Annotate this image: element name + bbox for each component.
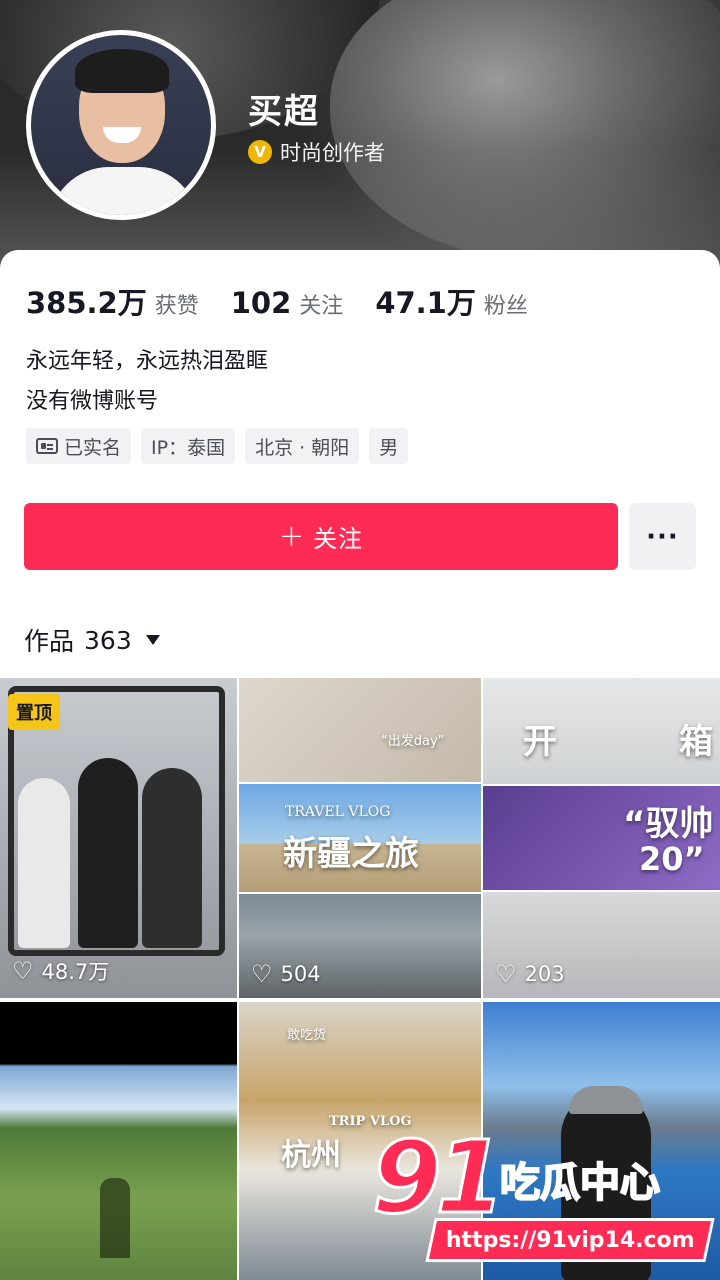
tile-likes: ♡ 203: [495, 960, 565, 988]
pinned-badge: 置顶: [8, 694, 60, 730]
tile-likes: ♡ 504: [251, 960, 321, 988]
profile-name: 买超: [248, 92, 320, 132]
profile-tags: 已实名 IP：泰国 北京 · 朝阳 男: [26, 428, 409, 464]
video-tile-4[interactable]: [0, 1002, 237, 1280]
verified-v-icon: V: [248, 140, 272, 164]
watermark-logo-number: 91: [370, 1119, 506, 1236]
likes-count: 385.2万: [26, 286, 147, 320]
video-tile-2[interactable]: “出发day” TRAVEL VLOG 新疆之旅 ♡ 504: [239, 678, 481, 998]
creator-label[interactable]: V 时尚创作者: [248, 137, 385, 167]
more-options-button[interactable]: ···: [629, 503, 696, 570]
id-card-icon: [36, 438, 58, 454]
profile-card: 385.2万 获赞 102 关注 47.1万 粉丝 永远年轻，永远热泪盈眶 没有…: [0, 250, 720, 1280]
figure-left: [18, 778, 70, 948]
works-label: 作品: [24, 627, 75, 656]
heart-icon: ♡: [495, 960, 517, 988]
following-label[interactable]: 关注: [299, 288, 343, 320]
likes-label: 获赞: [154, 294, 199, 319]
works-tab[interactable]: 作品 363: [24, 622, 160, 658]
plus-icon: +: [278, 518, 306, 554]
cap-shape: [569, 1086, 643, 1114]
bio-line-1: 永远年轻，永远热泪盈眶: [26, 349, 269, 374]
tag-verified[interactable]: 已实名: [26, 428, 132, 464]
followers-label[interactable]: 粉丝: [484, 288, 528, 320]
bio: 永远年轻，永远热泪盈眶 没有微博账号: [26, 342, 268, 422]
avatar[interactable]: [26, 30, 216, 220]
creator-label-text: 时尚创作者: [280, 141, 385, 165]
following-count[interactable]: 102: [231, 286, 292, 320]
follow-button[interactable]: + 关注: [24, 503, 618, 570]
tile-likes: ♡ 48.7万: [12, 957, 110, 985]
watermark-url: https://91vip14.com: [425, 1218, 715, 1262]
video-tile-1[interactable]: 置顶 ♡ 48.7万: [0, 678, 237, 998]
heart-icon: ♡: [251, 960, 273, 988]
bio-line-2: 没有微博账号: [26, 389, 159, 414]
figure-center: [78, 758, 138, 948]
tag-ip: IP：泰国: [141, 428, 236, 464]
followers-count[interactable]: 47.1万: [375, 280, 476, 322]
stats-row: 385.2万 获赞 102 关注 47.1万 粉丝: [26, 280, 560, 322]
video-tile-3[interactable]: 开 箱 “驭帅 20” ♡ 203: [483, 678, 720, 998]
caret-down-icon: [145, 635, 160, 645]
figure-right: [142, 768, 202, 948]
tag-gender: 男: [369, 428, 409, 464]
heart-icon: ♡: [12, 957, 34, 985]
tag-location[interactable]: 北京 · 朝阳: [245, 428, 360, 464]
works-count: 363: [84, 625, 132, 655]
follow-label: 关注: [313, 525, 364, 553]
shadow-figure: [100, 1178, 130, 1258]
watermark-logo-text: 吃瓜中心: [499, 1159, 661, 1207]
